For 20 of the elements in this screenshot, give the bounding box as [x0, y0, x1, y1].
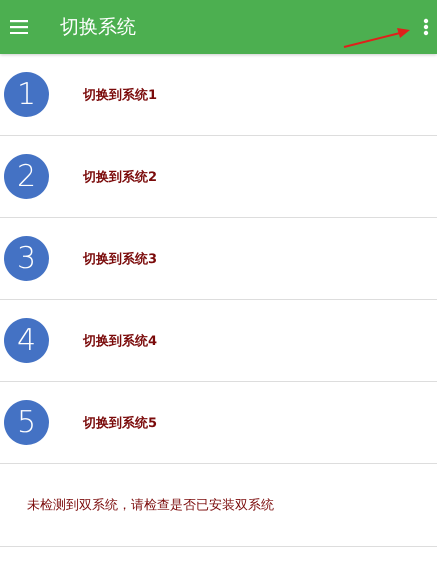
- notice-text: 未检测到双系统，请检查是否已安装双系统: [27, 497, 274, 514]
- system-label: 切换到系统1: [83, 86, 158, 104]
- system-label: 切换到系统2: [83, 168, 158, 186]
- more-options-icon[interactable]: [423, 18, 429, 36]
- number-badge: 4: [4, 318, 49, 363]
- system-label: 切换到系统5: [83, 414, 158, 432]
- system-row[interactable]: 1 切换到系统1: [0, 54, 437, 136]
- number-badge: 1: [4, 72, 49, 117]
- system-row[interactable]: 2 切换到系统2: [0, 136, 437, 218]
- number-badge: 2: [4, 154, 49, 199]
- system-label: 切换到系统4: [83, 332, 158, 350]
- system-row[interactable]: 4 切换到系统4: [0, 300, 437, 382]
- arrow-icon: [342, 26, 412, 50]
- app-title: 切换系统: [60, 15, 136, 40]
- system-row[interactable]: 5 切换到系统5: [0, 382, 437, 464]
- system-row[interactable]: 3 切换到系统3: [0, 218, 437, 300]
- number-badge: 5: [4, 400, 49, 445]
- menu-icon[interactable]: [10, 20, 28, 34]
- system-label: 切换到系统3: [83, 250, 158, 268]
- number-badge: 3: [4, 236, 49, 281]
